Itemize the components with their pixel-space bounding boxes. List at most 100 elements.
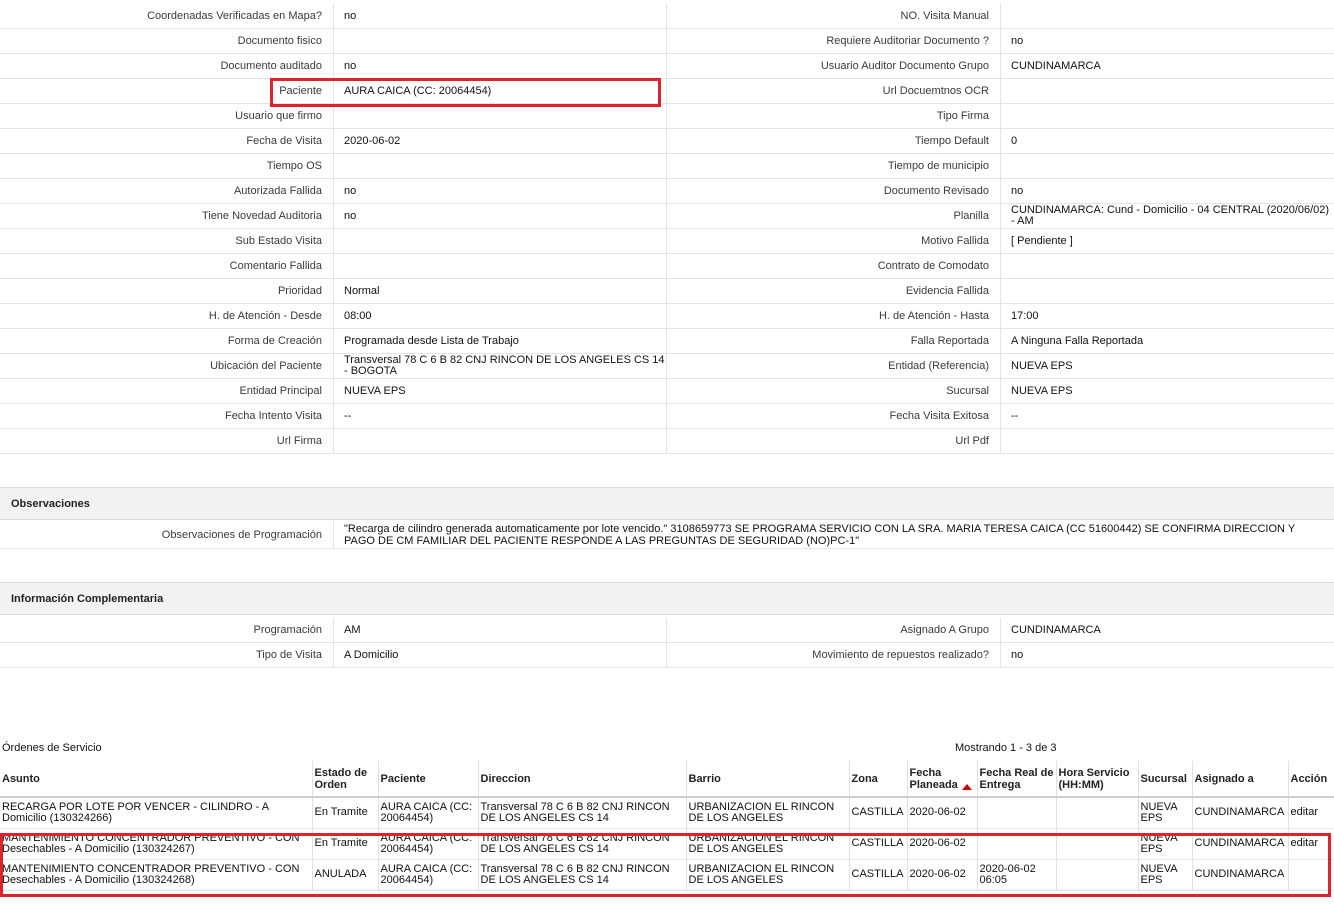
detail-value (1000, 254, 1334, 278)
table-cell: MANTENIMIENTO CONCENTRADOR PREVENTIVO - … (0, 828, 313, 860)
detail-label: Prioridad (0, 279, 333, 303)
table-cell: CUNDINAMARCA (1192, 797, 1289, 829)
detail-row: Comentario Fallida Contrato de Comodato (0, 254, 1334, 279)
orders-header-row: Asunto Estado de Orden Paciente Direccion Ba… (0, 761, 1334, 798)
detail-label: Documento Revisado (667, 179, 1000, 203)
table-cell: ANULADA (312, 859, 379, 891)
detail-label: Ubicación del Paciente (0, 354, 333, 378)
detail-label: Autorizada Fallida (0, 179, 333, 203)
orders-col-header[interactable]: Fecha Real de Entrega (977, 761, 1057, 798)
detail-row: Programación AM Asignado A Grupo CUNDINAMAR… (0, 618, 1334, 643)
detail-value: 17:00 (1000, 304, 1334, 328)
detail-value: Normal (333, 279, 667, 303)
table-cell: URBANIZACION EL RINCON DE LOS ANGELES (686, 797, 850, 829)
orders-col-header-label: Asunto (2, 772, 40, 785)
orders-col-header[interactable]: Acción (1288, 761, 1334, 798)
detail-label: Url Pdf (667, 429, 1000, 453)
detail-value: AM (333, 618, 667, 642)
table-cell: En Tramite (312, 797, 379, 829)
table-cell: CASTILLA (849, 859, 908, 891)
observaciones-label: Observaciones de Programación (0, 521, 333, 548)
detail-label: Evidencia Fallida (667, 279, 1000, 303)
orders-col-header-label: Fecha Planeada (909, 766, 958, 791)
orders-col-header[interactable]: Sucursal (1138, 761, 1193, 798)
table-row: RECARGA POR LOTE POR VENCER - CILINDRO -… (0, 797, 1334, 829)
table-cell: NUEVA EPS (1138, 797, 1193, 829)
detail-label: Tiene Novedad Auditoria (0, 204, 333, 228)
detail-value: no (333, 4, 667, 28)
detail-value: no (333, 179, 667, 203)
detail-value: 2020-06-02 (333, 129, 667, 153)
detail-label: H. de Atención - Hasta (667, 304, 1000, 328)
detail-value (333, 104, 667, 128)
table-cell: 2020-06-02 (907, 859, 978, 891)
detail-label: Fecha Intento Visita (0, 404, 333, 428)
detail-row: Fecha Intento Visita -- Fecha Visita Exito… (0, 404, 1334, 429)
table-cell: CUNDINAMARCA (1192, 859, 1289, 891)
orders-col-header-label: Zona (851, 772, 878, 785)
table-cell (1056, 797, 1139, 829)
orders-col-header-label: Direccion (480, 772, 531, 785)
detail-row: Tiene Novedad Auditoria no Planilla CUNDINA… (0, 204, 1334, 229)
detail-label: NO. Visita Manual (667, 4, 1000, 28)
table-cell (1056, 828, 1139, 860)
orders-col-header[interactable]: Zona (849, 761, 908, 798)
detail-row: Tiempo OS Tiempo de municipio (0, 154, 1334, 179)
detail-label: Tiempo Default (667, 129, 1000, 153)
detail-value: [ Pendiente ] (1000, 229, 1334, 253)
detail-row: Entidad Principal NUEVA EPS Sucursal NUEVA … (0, 379, 1334, 404)
detail-row: Url Firma Url Pdf (0, 429, 1334, 454)
detail-label: H. de Atención - Desde (0, 304, 333, 328)
detail-label: Movimiento de repuestos realizado? (667, 643, 1000, 667)
edit-order-link[interactable]: editar (1288, 797, 1334, 829)
orders-col-header[interactable]: Fecha Planeada (907, 761, 978, 798)
table-cell (1288, 859, 1334, 891)
table-cell: En Tramite (312, 828, 379, 860)
detail-value: 08:00 (333, 304, 667, 328)
detail-value (1000, 79, 1334, 103)
orders-col-header-label: Fecha Real de Entrega (979, 766, 1054, 791)
orders-col-header-label: Estado de Orden (314, 766, 368, 791)
detail-value (1000, 4, 1334, 28)
detail-label: Requiere Auditoriar Documento ? (667, 29, 1000, 53)
detail-label: Documento fisico (0, 29, 333, 53)
detail-value: A Ninguna Falla Reportada (1000, 329, 1334, 353)
detail-row: Documento fisico Requiere Auditoriar Docu… (0, 29, 1334, 54)
detail-label: Usuario Auditor Documento Grupo (667, 54, 1000, 78)
orders-col-header[interactable]: Asunto (0, 761, 313, 798)
orders-col-header[interactable]: Hora Servicio (HH:MM) (1056, 761, 1139, 798)
orders-col-header[interactable]: Barrio (686, 761, 850, 798)
table-row: MANTENIMIENTO CONCENTRADOR PREVENTIVO - … (0, 828, 1334, 860)
orders-table: Asunto Estado de Orden Paciente Direccion Ba… (0, 761, 1334, 891)
detail-label: Programación (0, 618, 333, 642)
detail-row: Sub Estado Visita Motivo Fallida[ Pendien… (0, 229, 1334, 254)
detail-row: Coordenadas Verificadas en Mapa? no NO. Vi… (0, 4, 1334, 29)
edit-order-link[interactable]: editar (1288, 828, 1334, 860)
orders-col-header[interactable]: Estado de Orden (312, 761, 379, 798)
detail-value: NUEVA EPS (1000, 354, 1334, 378)
detail-label: Falla Reportada (667, 329, 1000, 353)
detail-label: Entidad Principal (0, 379, 333, 403)
detail-label: Url Docuemtnos OCR (667, 79, 1000, 103)
orders-col-header[interactable]: Asignado a (1192, 761, 1289, 798)
detail-label: Documento auditado (0, 54, 333, 78)
detail-label: Motivo Fallida (667, 229, 1000, 253)
table-cell: CASTILLA (849, 797, 908, 829)
detail-value (1000, 429, 1334, 453)
detail-value: A Domicilio (333, 643, 667, 667)
detail-label: Comentario Fallida (0, 254, 333, 278)
detail-value (333, 154, 667, 178)
orders-col-header[interactable]: Direccion (478, 761, 687, 798)
table-cell: 2020-06-02 06:05 (977, 859, 1057, 891)
detail-label: Forma de Creación (0, 329, 333, 353)
detail-label: Sub Estado Visita (0, 229, 333, 253)
detail-value: CUNDINAMARCA (1000, 54, 1334, 78)
detail-row: Forma de Creación Programada desde Lista … (0, 329, 1334, 354)
detail-value (1000, 154, 1334, 178)
detail-value: -- (1000, 404, 1334, 428)
detail-label: Contrato de Comodato (667, 254, 1000, 278)
detail-row: Usuario que firmo Tipo Firma (0, 104, 1334, 129)
detail-value: no (1000, 29, 1334, 53)
orders-col-header[interactable]: Paciente (378, 761, 479, 798)
detail-value: AURA CAICA (CC: 20064454) (333, 79, 667, 103)
